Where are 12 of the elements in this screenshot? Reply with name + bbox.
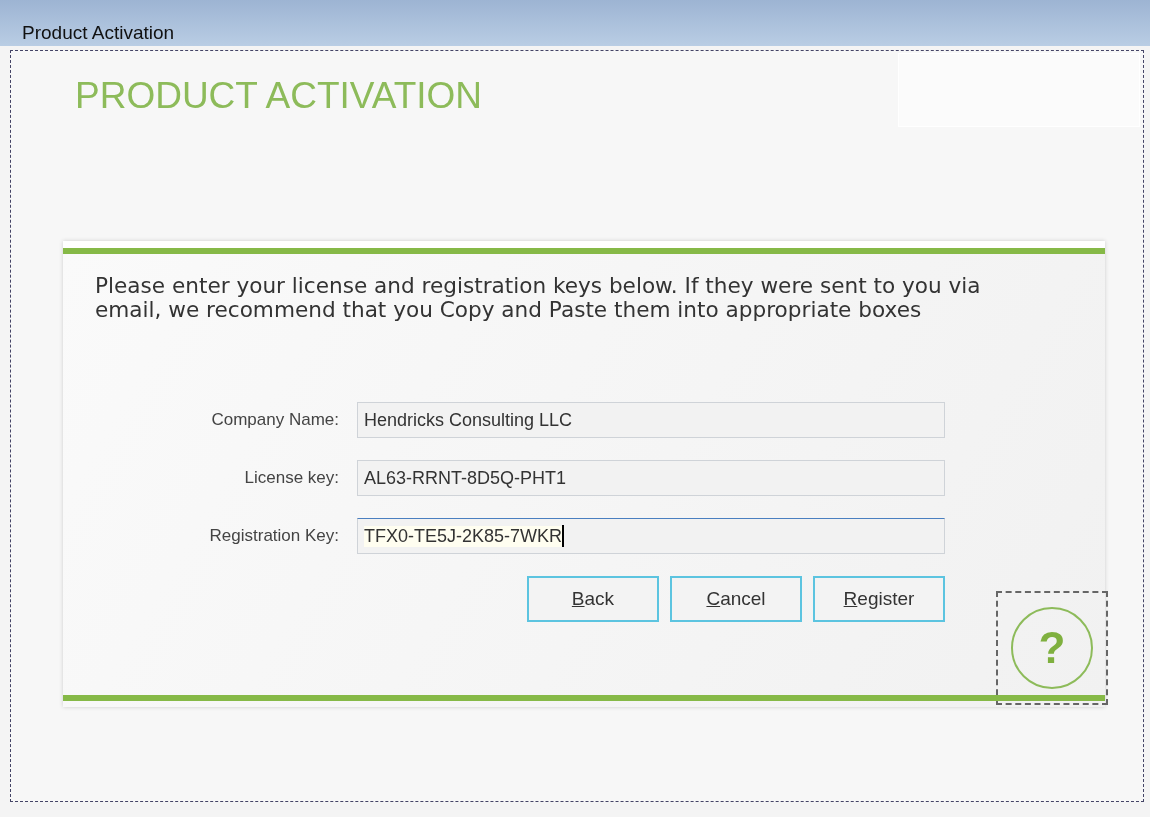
page-heading: PRODUCT ACTIVATION <box>75 75 483 118</box>
dialog-button[interactable]: Back <box>527 576 659 622</box>
field-label: Company Name: <box>210 410 340 430</box>
field-label: License key: <box>243 468 340 488</box>
input-field[interactable]: Hendricks Consulting LLC <box>357 402 945 438</box>
instructions-text: Please enter your license and registration keys below. If they were sent to you via email, we recommend that you Copy and Paste them into appropriate boxes <box>94 272 982 322</box>
input-field[interactable]: AL63-RRNT-8D5Q-PHT1 <box>357 460 945 496</box>
input-field[interactable]: TFX0-TE5J-2K85-7WKR <box>357 518 945 554</box>
dialog-button[interactable]: Cancel <box>670 576 802 622</box>
field-label: Registration Key: <box>208 526 340 546</box>
dialog-button[interactable]: Register <box>813 576 945 622</box>
window-title: Product Activation <box>22 22 175 44</box>
